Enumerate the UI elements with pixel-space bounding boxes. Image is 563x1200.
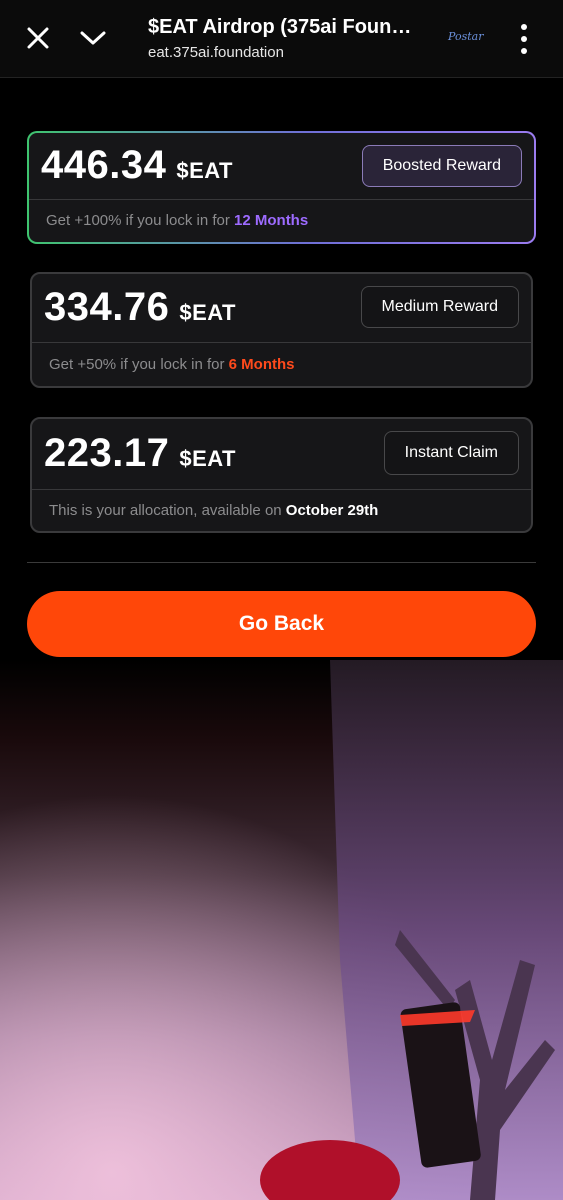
browser-badge: Postar (448, 30, 484, 43)
browser-top-bar: $EAT Airdrop (375ai Founda... eat.375ai.… (0, 0, 563, 78)
instant-claim-card: 223.17 $EAT Instant Claim This is your al… (30, 417, 533, 533)
card-header: 223.17 $EAT Instant Claim (32, 419, 531, 490)
reward-amount: 446.34 $EAT (41, 143, 233, 187)
reward-amount: 223.17 $EAT (44, 431, 236, 475)
boosted-reward-card: 446.34 $EAT Boosted Reward Get +100% if y… (27, 131, 536, 244)
reward-note: This is your allocation, available on Oc… (49, 502, 379, 519)
instant-claim-button[interactable]: Instant Claim (383, 431, 519, 475)
page-url: eat.375ai.foundation (148, 44, 284, 61)
reward-note: Get +100% if you lock in for 12 Months (46, 212, 309, 229)
boosted-reward-button[interactable]: Boosted Reward (361, 145, 522, 187)
chevron-down-icon[interactable] (75, 20, 111, 56)
more-vertical-icon[interactable] (510, 24, 538, 54)
divider (27, 562, 536, 563)
reward-note: Get +50% if you lock in for 6 Months (49, 356, 295, 373)
reward-amount: 334.76 $EAT (44, 285, 236, 329)
card-header: 446.34 $EAT Boosted Reward (29, 133, 534, 200)
page-title: $EAT Airdrop (375ai Founda... (148, 16, 423, 38)
medium-reward-button[interactable]: Medium Reward (360, 286, 519, 328)
go-back-button[interactable]: Go Back (27, 591, 536, 657)
card-header: 334.76 $EAT Medium Reward (32, 274, 531, 343)
close-icon[interactable] (20, 20, 56, 56)
background-artwork (0, 660, 563, 1200)
medium-reward-card: 334.76 $EAT Medium Reward Get +50% if you… (30, 272, 533, 388)
